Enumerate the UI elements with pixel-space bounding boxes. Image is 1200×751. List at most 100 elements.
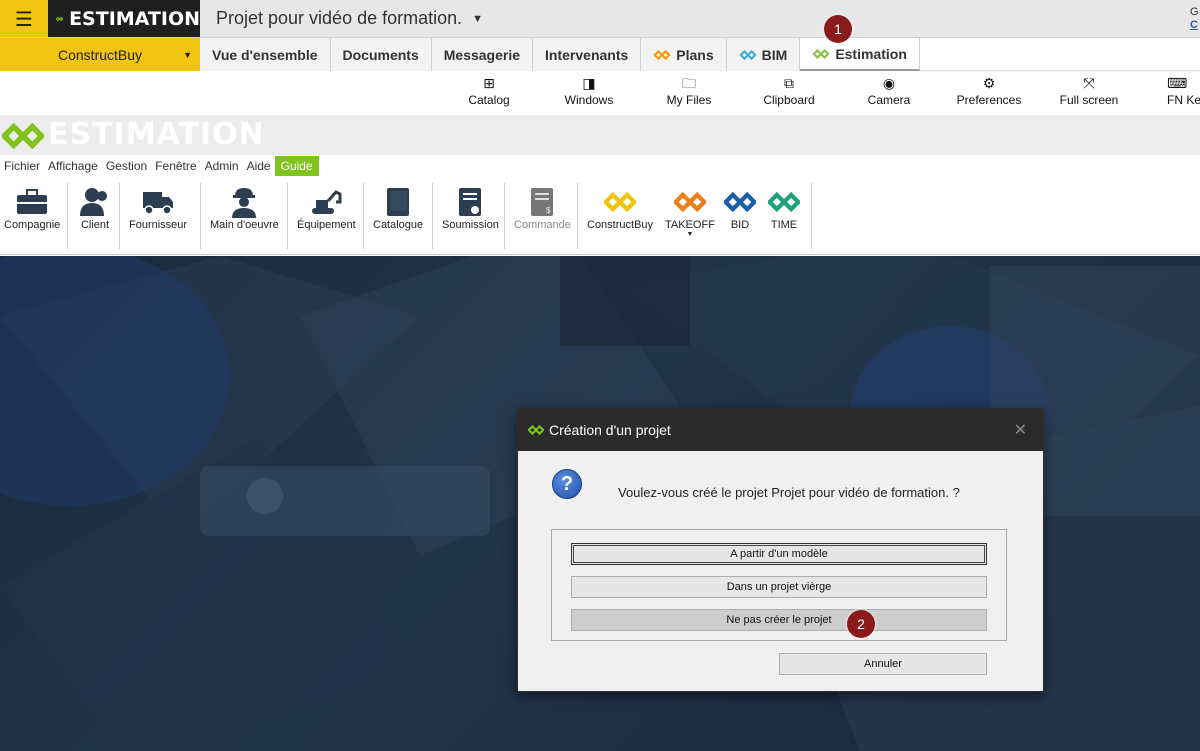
- ribbon-separator: [432, 183, 433, 249]
- ribbon-separator: [200, 183, 201, 249]
- clipboard-icon: ⧉: [784, 76, 794, 92]
- clipboard-button[interactable]: ⧉ Clipboard: [739, 75, 839, 107]
- ribbon-takeoff[interactable]: TAKEOFF ▼: [665, 185, 715, 238]
- tab-label: Vue d'ensemble: [212, 46, 318, 63]
- user-text: G: [1190, 6, 1199, 18]
- tab-label: Plans: [676, 46, 714, 63]
- project-tabs: Vue d'ensemble Documents Messagerie Inte…: [200, 38, 920, 71]
- menu-fenetre[interactable]: Fenêtre: [151, 159, 200, 173]
- document-check-icon: [458, 185, 482, 219]
- tab-label: Documents: [342, 46, 419, 63]
- preferences-button[interactable]: ⚙ Preferences: [939, 75, 1039, 107]
- worker-icon: [230, 185, 258, 219]
- blue-logo-icon: [724, 185, 756, 219]
- fn-keys-button[interactable]: ⌨ FN Ke: [1140, 75, 1200, 107]
- project-selector[interactable]: Projet pour vidéo de formation. ▼: [216, 8, 483, 29]
- ribbon-commande[interactable]: $ Commande: [514, 185, 571, 231]
- window-icon: ◨: [582, 76, 596, 92]
- user-corner[interactable]: G C: [1190, 6, 1200, 32]
- menu-aide[interactable]: Aide: [243, 159, 275, 173]
- catalog-button[interactable]: ⊞ Catalog: [439, 75, 539, 107]
- app-banner: ESTIMATION: [0, 115, 1200, 155]
- ribbon-label: Équipement: [297, 219, 356, 231]
- ribbon-fournisseur[interactable]: Fournisseur: [129, 185, 187, 231]
- green-logo-icon: [768, 185, 800, 219]
- tab-label: Messagerie: [443, 46, 521, 63]
- briefcase-icon: [16, 185, 48, 219]
- document-dollar-icon: $: [530, 185, 554, 219]
- cancel-button[interactable]: Annuler: [779, 653, 987, 675]
- dialog-message: Voulez-vous créé le projet Projet pour v…: [618, 485, 960, 500]
- fullscreen-button[interactable]: ⤧ Full screen: [1039, 75, 1139, 107]
- folder-icon: 🗀: [682, 76, 696, 92]
- app-logo-icon: [2, 123, 44, 149]
- top-bar: ☰ ESTIMATION Projet pour vidéo de format…: [0, 0, 1200, 38]
- blue-logo-icon: [738, 49, 757, 60]
- book-icon: [385, 185, 411, 219]
- my-files-button[interactable]: 🗀 My Files: [639, 75, 739, 107]
- viewer-toolbar: ⊞ Catalog ◨ Windows 🗀 My Files ⧉ Clipboard ◉…: [0, 71, 1200, 115]
- ribbon-client[interactable]: Client: [79, 185, 111, 231]
- tab-vue-ensemble[interactable]: Vue d'ensemble: [200, 38, 331, 71]
- menu-guide[interactable]: Guide: [274, 156, 319, 176]
- menu-gestion[interactable]: Gestion: [102, 159, 151, 173]
- tab-messagerie[interactable]: Messagerie: [431, 38, 534, 71]
- ribbon-separator: [363, 183, 364, 249]
- dialog-header: Création d'un projet ✕: [518, 409, 1043, 451]
- brand-logo[interactable]: ESTIMATION: [48, 0, 200, 37]
- plus-box-icon: ⊞: [483, 76, 495, 92]
- ribbon-label: Compagnie: [4, 219, 61, 231]
- svg-text:$: $: [546, 206, 551, 215]
- tab-documents[interactable]: Documents: [330, 38, 432, 71]
- ribbon-label: Fournisseur: [129, 219, 188, 231]
- gear-icon: ⚙: [982, 76, 996, 92]
- ribbon-label: Soumission: [442, 219, 499, 231]
- company-selector[interactable]: ConstructBuy ▼: [0, 38, 200, 71]
- caret-down-icon: ▼: [183, 50, 192, 60]
- menu-admin[interactable]: Admin: [201, 159, 243, 173]
- menu-affichage[interactable]: Affichage: [44, 159, 102, 173]
- tab-estimation[interactable]: Estimation: [800, 38, 920, 71]
- ribbon-main-oeuvre[interactable]: Main d'oeuvre: [210, 185, 279, 231]
- ribbon-label: Main d'oeuvre: [210, 219, 279, 231]
- green-logo-icon: [812, 48, 830, 59]
- excavator-icon: [310, 185, 342, 219]
- tab-intervenants[interactable]: Intervenants: [533, 38, 642, 71]
- ribbon-compagnie[interactable]: Compagnie: [4, 185, 60, 231]
- windows-button[interactable]: ◨ Windows: [539, 75, 639, 107]
- ribbon-separator: [287, 183, 288, 249]
- ribbon-constructbuy[interactable]: ConstructBuy: [587, 185, 653, 231]
- menu-fichier[interactable]: Fichier: [0, 159, 44, 173]
- blank-project-button[interactable]: Dans un projet vièrge: [571, 576, 987, 598]
- menu-bar: Fichier Affichage Gestion Fenêtre Admin …: [0, 155, 1200, 177]
- options-group: A partir d'un modèle Dans un projet vièr…: [551, 529, 1007, 641]
- dialog-title: Création d'un projet: [549, 422, 671, 438]
- tab-bim[interactable]: BIM: [726, 38, 801, 71]
- ribbon-separator: [811, 183, 812, 249]
- ribbon-separator: [504, 183, 505, 249]
- annotation-badge-2: 2: [847, 610, 875, 638]
- ribbon-time[interactable]: TIME: [768, 185, 800, 231]
- ribbon-separator: [119, 183, 120, 249]
- caret-down-icon: ▼: [686, 231, 694, 238]
- user-link[interactable]: C: [1190, 19, 1200, 32]
- keyboard-icon: ⌨: [1167, 76, 1188, 92]
- close-icon[interactable]: ✕: [1014, 420, 1027, 440]
- hamburger-menu-button[interactable]: ☰: [0, 0, 48, 37]
- ribbon-soumission[interactable]: Soumission: [442, 185, 499, 231]
- navigation-row: ConstructBuy ▼ Vue d'ensemble Documents …: [0, 38, 1200, 71]
- ribbon-equipement[interactable]: Équipement: [297, 185, 356, 231]
- ribbon-catalogue[interactable]: Catalogue: [373, 185, 423, 231]
- camera-button[interactable]: ◉ Camera: [839, 75, 939, 107]
- company-name: ConstructBuy: [58, 46, 143, 63]
- annotation-badge-1: 1: [824, 15, 852, 43]
- ribbon-label: BID: [730, 219, 750, 231]
- ribbon-bid[interactable]: BID: [724, 185, 756, 231]
- button-label: Full screen: [1059, 93, 1119, 107]
- do-not-create-button[interactable]: Ne pas créer le projet: [571, 609, 987, 631]
- menu-icon: ☰: [15, 6, 33, 31]
- from-template-button[interactable]: A partir d'un modèle: [571, 543, 987, 565]
- ribbon-label: Catalogue: [373, 219, 424, 231]
- tab-plans[interactable]: Plans: [641, 38, 727, 71]
- button-label: Windows: [564, 93, 614, 107]
